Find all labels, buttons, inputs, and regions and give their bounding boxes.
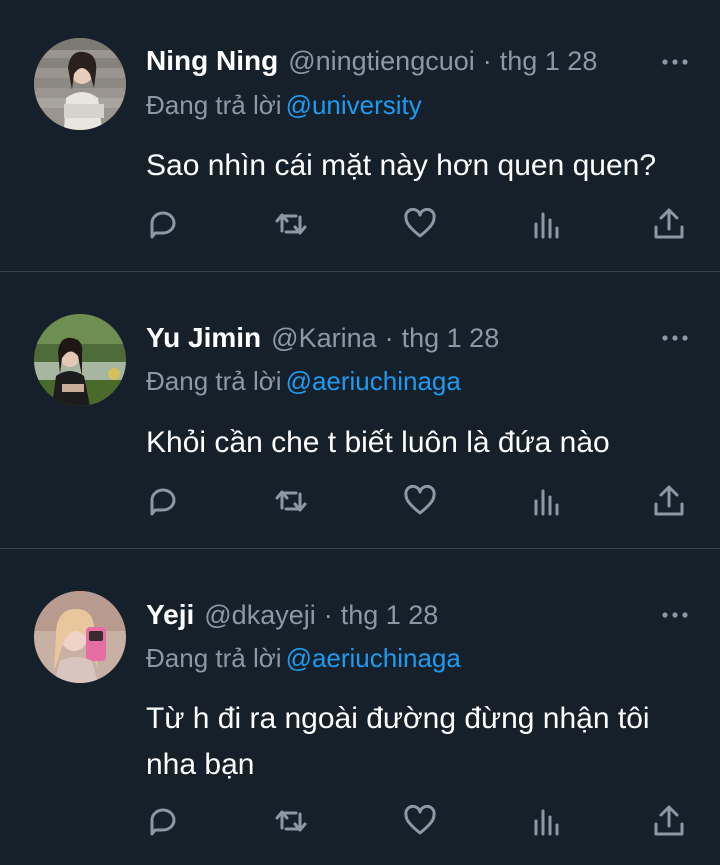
reply-button[interactable] <box>146 803 182 839</box>
tweet-1[interactable]: Ning Ning @ningtiengcuoi · thg 1 28 Đang… <box>0 0 720 272</box>
retweet-button[interactable] <box>273 803 309 839</box>
share-button[interactable] <box>651 803 687 839</box>
avatar[interactable] <box>34 591 126 683</box>
retweet-icon <box>275 810 307 832</box>
timestamp[interactable]: thg 1 28 <box>500 46 598 77</box>
views-button[interactable] <box>530 803 566 839</box>
tweet-text-line: Sao nhìn cái mặt này hơn quen quen? <box>146 149 657 182</box>
share-icon <box>654 485 684 516</box>
action-bar <box>146 206 696 246</box>
share-icon <box>654 208 684 239</box>
more-horizontal-icon <box>662 335 688 341</box>
action-bar <box>146 483 696 523</box>
retweet-icon <box>275 490 307 512</box>
heart-icon <box>404 804 436 835</box>
analytics-icon <box>534 489 559 516</box>
reply-icon <box>150 808 176 836</box>
display-name[interactable]: Ning Ning <box>146 45 278 77</box>
replying-to-label: Đang trả lời <box>146 90 282 120</box>
tweet-text: Khỏi cần che t biết luôn là đứa nào <box>146 420 696 466</box>
more-options-button[interactable] <box>660 331 690 345</box>
separator-dot: · <box>384 322 394 353</box>
views-button[interactable] <box>530 483 566 519</box>
more-options-button[interactable] <box>660 55 690 69</box>
tweet-header: Yu Jimin @Karina · thg 1 28 <box>146 322 499 354</box>
retweet-button[interactable] <box>273 206 309 242</box>
retweet-icon <box>275 213 307 235</box>
heart-icon <box>404 484 436 515</box>
tweet-text-line: nha bạn <box>146 748 255 781</box>
timestamp[interactable]: thg 1 28 <box>341 600 439 631</box>
more-options-button[interactable] <box>660 608 690 622</box>
separator-dot: · <box>482 45 492 76</box>
heart-icon <box>404 207 436 238</box>
display-name[interactable]: Yeji <box>146 599 194 631</box>
tweet-2[interactable]: Yu Jimin @Karina · thg 1 28 Đang trả lời… <box>0 272 720 549</box>
user-handle[interactable]: @dkayeji <box>204 600 315 631</box>
reply-icon <box>150 211 176 239</box>
tweet-text: Sao nhìn cái mặt này hơn quen quen? <box>146 143 696 189</box>
retweet-button[interactable] <box>273 483 309 519</box>
share-button[interactable] <box>651 483 687 519</box>
avatar[interactable] <box>34 38 126 130</box>
analytics-icon <box>534 212 559 239</box>
tweet-text-line: Từ h đi ra ngoài đường đừng nhận tôi <box>146 702 650 735</box>
replying-to: Đang trả lời @aeriuchinaga <box>146 366 461 397</box>
like-button[interactable] <box>402 206 438 242</box>
separator-dot: · <box>323 599 333 630</box>
action-bar <box>146 803 696 843</box>
avatar[interactable] <box>34 314 126 406</box>
replying-to: Đang trả lời @university <box>146 90 422 121</box>
views-button[interactable] <box>530 206 566 242</box>
more-horizontal-icon <box>662 59 688 65</box>
reply-button[interactable] <box>146 206 182 242</box>
user-handle[interactable]: @ningtiengcuoi <box>288 46 475 77</box>
share-icon <box>654 805 684 836</box>
timestamp[interactable]: thg 1 28 <box>402 323 500 354</box>
user-handle[interactable]: @Karina <box>271 323 376 354</box>
analytics-icon <box>534 809 559 836</box>
share-button[interactable] <box>651 206 687 242</box>
tweet-3[interactable]: Yeji @dkayeji · thg 1 28 Đang trả lời @ae… <box>0 549 720 865</box>
tweet-header: Yeji @dkayeji · thg 1 28 <box>146 599 438 631</box>
replying-to-label: Đang trả lời <box>146 366 282 396</box>
more-horizontal-icon <box>662 612 688 618</box>
mention-link[interactable]: @aeriuchinaga <box>286 366 461 396</box>
mention-link[interactable]: @university <box>286 90 422 120</box>
replying-to-label: Đang trả lời <box>146 643 282 673</box>
mention-link[interactable]: @aeriuchinaga <box>286 643 461 673</box>
tweet-text: Từ h đi ra ngoài đường đừng nhận tôi nha… <box>146 696 696 788</box>
tweet-header: Ning Ning @ningtiengcuoi · thg 1 28 <box>146 45 597 77</box>
tweet-text-line: Khỏi cần che t biết luôn là đứa nào <box>146 426 610 459</box>
reply-button[interactable] <box>146 483 182 519</box>
display-name[interactable]: Yu Jimin <box>146 322 261 354</box>
replying-to: Đang trả lời @aeriuchinaga <box>146 643 461 674</box>
like-button[interactable] <box>402 483 438 519</box>
like-button[interactable] <box>402 803 438 839</box>
reply-icon <box>150 488 176 516</box>
